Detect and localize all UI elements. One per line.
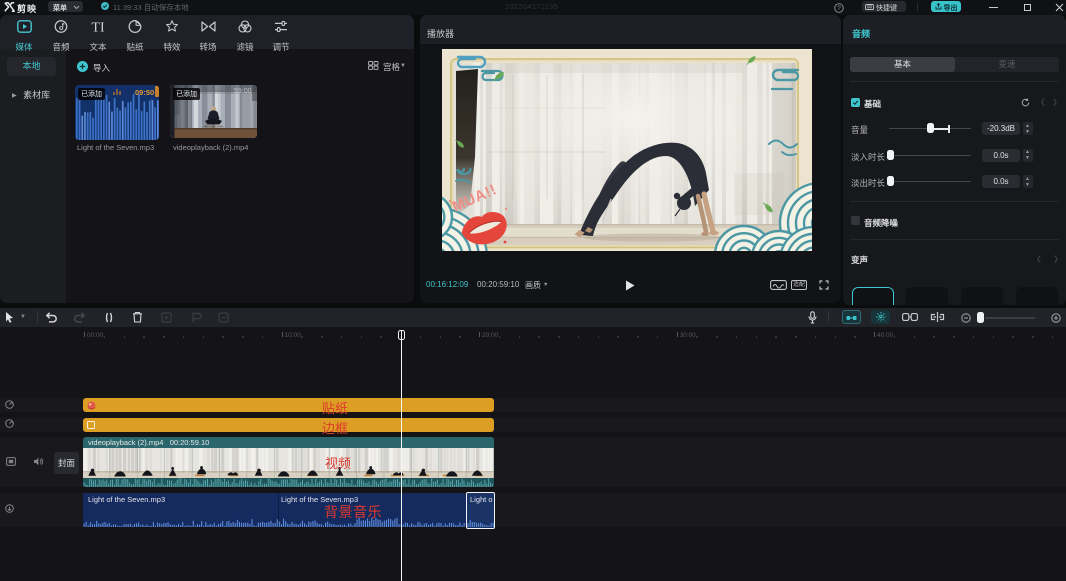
svg-text:?: ? <box>837 5 841 12</box>
svg-text:TI: TI <box>91 21 105 34</box>
